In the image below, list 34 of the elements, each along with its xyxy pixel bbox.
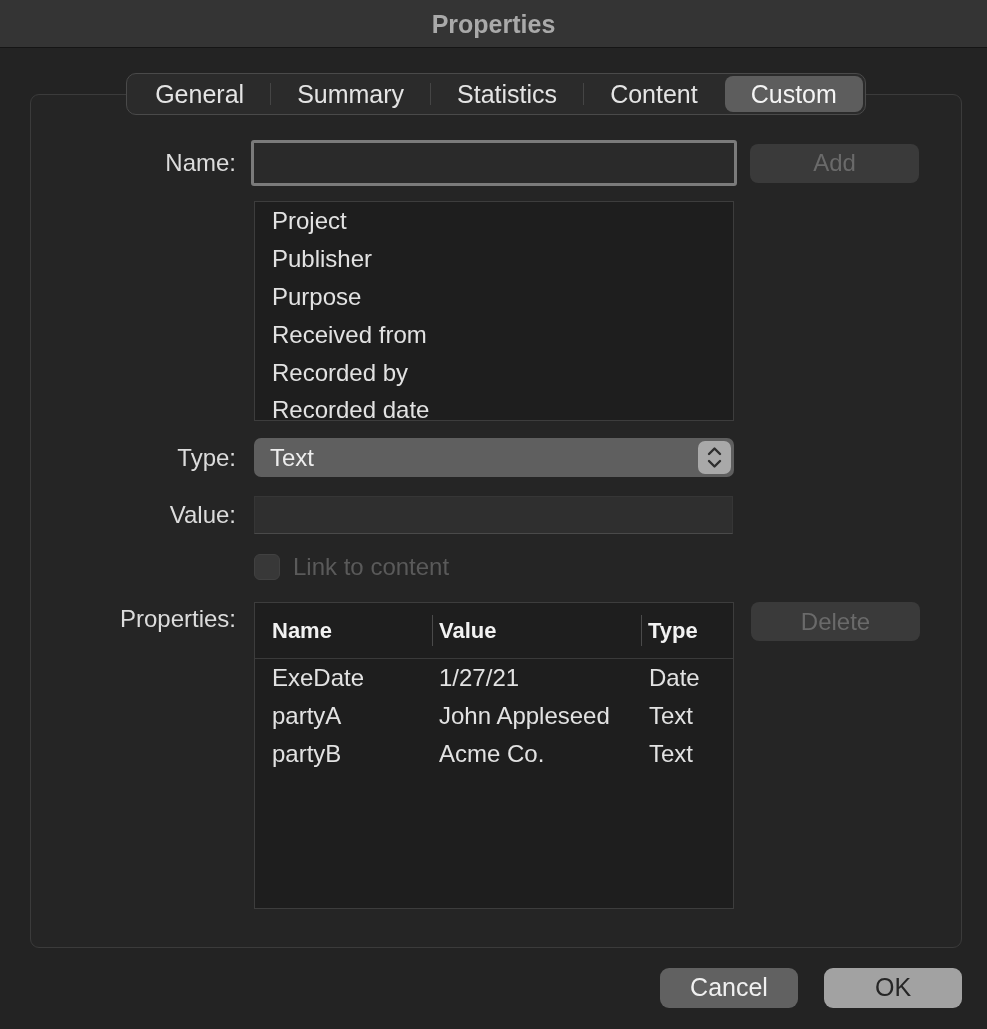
table-cell-text: Text <box>648 702 694 730</box>
window-title: Properties <box>431 8 556 39</box>
cancel-button[interactable]: Cancel <box>660 968 798 1008</box>
table-cell-text: Acme Co. <box>438 740 546 768</box>
ok-button[interactable]: OK <box>824 968 962 1008</box>
name-label: Name: <box>164 149 236 177</box>
table-cell-text: Date <box>648 664 701 692</box>
tab[interactable]: Content <box>584 76 724 112</box>
column-header[interactable]: Type <box>648 617 698 644</box>
value-field[interactable] <box>254 496 733 534</box>
list-item[interactable]: Project <box>255 202 733 240</box>
properties-label: Properties: <box>118 605 236 633</box>
type-dropdown[interactable]: Text <box>254 438 734 477</box>
table-cell-text: John Appleseed <box>438 702 611 730</box>
table-cell-text: ExeDate <box>271 664 366 692</box>
tab[interactable]: Custom <box>724 76 863 112</box>
tab[interactable]: General <box>129 76 271 112</box>
column-header[interactable]: Value <box>439 617 497 644</box>
table-cell-text: 1/27/21 <box>438 664 521 692</box>
table-cell-text: partyB <box>271 740 343 768</box>
table-cell-text: Text <box>648 740 694 768</box>
list-item[interactable]: Received from <box>255 316 733 354</box>
list-item[interactable]: Recorded by <box>255 354 733 392</box>
value-label: Value: <box>168 501 236 529</box>
tab[interactable]: Statistics <box>431 76 584 112</box>
list-item[interactable]: Publisher <box>255 240 733 278</box>
list-item[interactable]: Purpose <box>255 278 733 316</box>
tab[interactable]: Summary <box>271 76 431 112</box>
type-label: Type: <box>176 443 236 472</box>
table-cell-text: partyA <box>271 702 343 730</box>
column-header[interactable]: Name <box>272 617 332 644</box>
list-item[interactable]: Recorded date <box>255 392 733 420</box>
up-down-chevron-icon <box>698 441 731 474</box>
name-field[interactable] <box>251 140 737 186</box>
